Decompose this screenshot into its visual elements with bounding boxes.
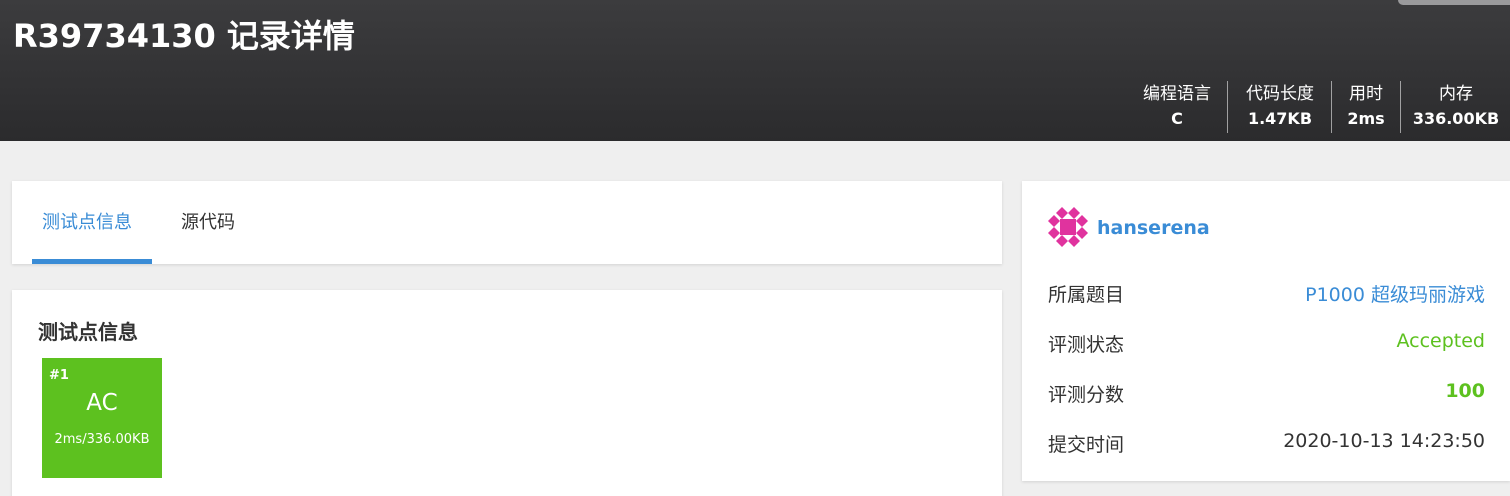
stat-language-value: C bbox=[1171, 109, 1183, 128]
submit-time-value: 2020-10-13 14:23:50 bbox=[1283, 430, 1485, 452]
page-scrollbar[interactable] bbox=[1398, 0, 1510, 5]
stat-language: 编程语言 C bbox=[1140, 81, 1214, 133]
username-link[interactable]: hanserena bbox=[1097, 217, 1210, 239]
submit-time-label: 提交时间 bbox=[1048, 434, 1125, 456]
stat-memory: 内存 336.00KB bbox=[1412, 81, 1500, 133]
score-label: 评测分数 bbox=[1048, 384, 1125, 406]
status-label: 评测状态 bbox=[1048, 334, 1125, 356]
testcase-status: AC bbox=[86, 390, 118, 416]
stat-time: 用时 2ms bbox=[1343, 81, 1389, 133]
stat-memory-label: 内存 bbox=[1439, 84, 1473, 104]
identicon-avatar-icon[interactable] bbox=[1048, 207, 1088, 247]
problem-label: 所属题目 bbox=[1048, 284, 1125, 306]
record-header: R39734130 记录详情 编程语言 C 代码长度 1.47KB 用时 2ms… bbox=[0, 0, 1510, 141]
page-title: R39734130 记录详情 bbox=[13, 17, 355, 55]
stat-time-label: 用时 bbox=[1349, 84, 1383, 104]
submission-info-card: hanserena 所属题目 P1000 超级玛丽游戏 评测状态 Accepte… bbox=[1022, 181, 1510, 481]
problem-link[interactable]: P1000 超级玛丽游戏 bbox=[1305, 280, 1485, 307]
section-title: 测试点信息 bbox=[38, 320, 138, 344]
active-tab-indicator bbox=[32, 259, 152, 264]
testcase-metrics: 2ms/336.00KB bbox=[54, 432, 150, 447]
testcase-number: #1 bbox=[49, 368, 69, 383]
status-value: Accepted bbox=[1396, 330, 1485, 352]
tab-source-code[interactable]: 源代码 bbox=[181, 181, 235, 264]
stat-language-label: 编程语言 bbox=[1143, 84, 1211, 104]
stat-code-length: 代码长度 1.47KB bbox=[1242, 81, 1318, 133]
tabs-card: 测试点信息 源代码 bbox=[12, 181, 1002, 264]
stat-time-value: 2ms bbox=[1347, 109, 1385, 128]
score-value: 100 bbox=[1445, 380, 1485, 402]
stat-divider bbox=[1331, 81, 1332, 133]
testcase-info-card: 测试点信息 #1 AC 2ms/336.00KB bbox=[12, 290, 1002, 496]
stat-memory-value: 336.00KB bbox=[1412, 109, 1500, 128]
stat-code-length-label: 代码长度 bbox=[1246, 84, 1314, 104]
testcase-tile[interactable]: #1 AC 2ms/336.00KB bbox=[42, 358, 162, 478]
stat-code-length-value: 1.47KB bbox=[1247, 109, 1313, 128]
stat-divider bbox=[1400, 81, 1401, 133]
stat-divider bbox=[1227, 81, 1228, 133]
tab-testcase-info[interactable]: 测试点信息 bbox=[42, 181, 132, 264]
